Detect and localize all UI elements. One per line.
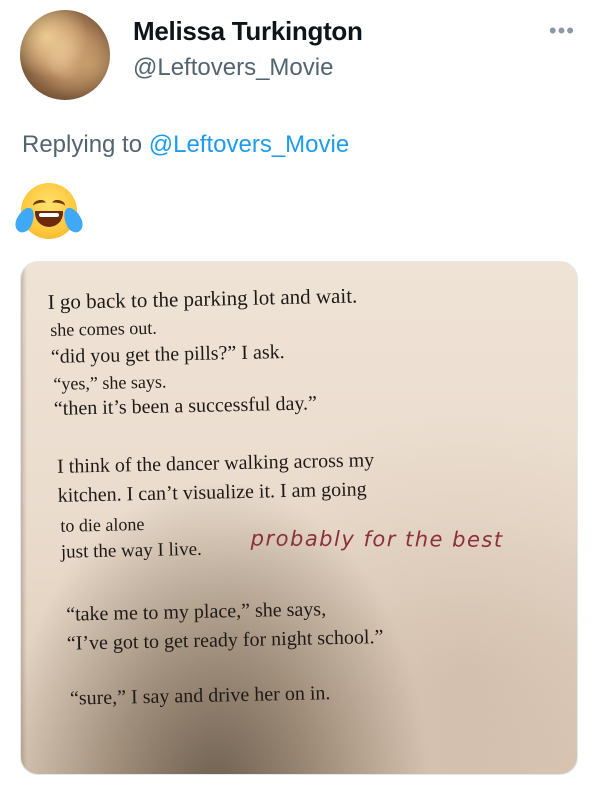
avatar[interactable] xyxy=(20,10,110,100)
handwritten-annotation: probably for the best xyxy=(250,526,504,552)
book-line: she comes out. xyxy=(50,317,157,340)
book-line: “yes,” she says. xyxy=(53,371,167,394)
book-line: I think of the dancer walking across my xyxy=(56,449,375,478)
book-line: “I’ve got to get ready for night school.… xyxy=(66,626,384,655)
replying-mention-link[interactable]: @Leftovers_Movie xyxy=(149,131,349,158)
author-name[interactable]: Melissa Turkington xyxy=(133,16,363,47)
book-page-text: I go back to the parking lot and wait. s… xyxy=(47,262,567,710)
more-options-icon[interactable]: ••• xyxy=(549,18,575,44)
face-with-tears-of-joy-emoji-icon xyxy=(12,183,86,239)
book-line: to die alone xyxy=(60,514,145,536)
book-line: “did you get the pills?” I ask. xyxy=(50,341,285,368)
book-line: “then it’s been a successful day.” xyxy=(53,392,318,420)
replying-to: Replying to @Leftovers_Movie xyxy=(22,131,349,159)
book-line: “take me to my place,” she says, xyxy=(65,598,327,626)
book-line: I go back to the parking lot and wait. xyxy=(47,283,358,314)
author-handle[interactable]: @Leftovers_Movie xyxy=(133,54,333,82)
book-line: “sure,” I say and drive her on in. xyxy=(69,682,331,710)
replying-prefix: Replying to xyxy=(22,131,143,158)
avatar-photo xyxy=(20,10,110,100)
attached-photo[interactable]: I go back to the parking lot and wait. s… xyxy=(20,261,578,775)
book-line: kitchen. I can’t visualize it. I am goin… xyxy=(57,478,367,507)
book-line: just the way I live. xyxy=(60,538,202,563)
